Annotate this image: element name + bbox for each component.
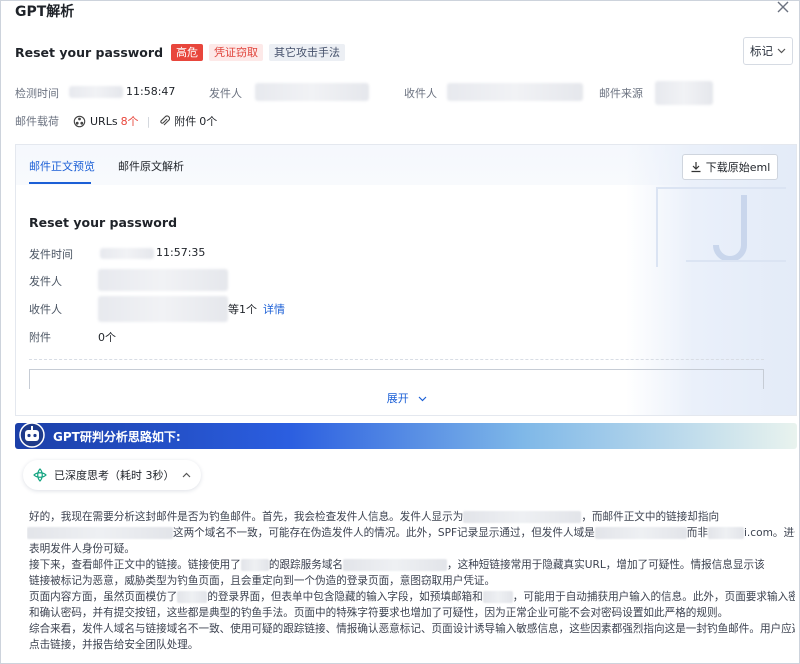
chevron-up-icon	[182, 472, 190, 478]
analysis-text: 链接被标记为恶意，威胁类型为钓鱼页面，且会重定向到一个伪造的登录页面，意图窃取用…	[29, 575, 496, 587]
redacted-text	[707, 527, 744, 539]
redacted-date	[69, 86, 123, 98]
preview-subject: Reset your password	[29, 215, 178, 230]
analysis-paragraph-line: 页面内容方面，虽然页面模仿了 的登录界面，但表单中包含隐藏的输入字段，如预填邮箱和…	[29, 589, 795, 605]
analysis-text: ，这种短链接常用于隐藏真实URL，增加了可疑性。情报信息显示该	[447, 559, 765, 571]
send-time-label: 发件时间	[29, 248, 73, 261]
robot-icon	[19, 422, 45, 448]
mark-dropdown-label: 标记	[750, 44, 773, 58]
active-tab-indicator	[29, 182, 91, 184]
urls-label: URLs	[90, 114, 118, 128]
subject-row: Reset your password 高危 凭证窃取 其它攻击手法	[15, 43, 351, 61]
analysis-text: 好的，我现在需要分析这封邮件是否为钓鱼邮件。首先，我会检查发件人信息。发件人显示…	[29, 511, 464, 523]
recipient-label: 收件人	[404, 87, 437, 100]
analysis-paragraph-line: 点击链接，并报告给安全团队处理。	[29, 637, 795, 653]
download-icon	[691, 162, 701, 173]
detect-time-label: 检测时间	[15, 87, 59, 100]
download-eml-label: 下载原始eml	[705, 161, 771, 174]
redacted-text	[240, 559, 269, 571]
redacted-preview-sender	[98, 269, 228, 291]
tab-mail-body-preview[interactable]: 邮件正文预览	[29, 158, 95, 174]
analysis-paragraph-line: 接下来，查看邮件正文中的链接。链接使用了 的跟踪服务域名 ，这种短链接常用于隐藏真实…	[29, 557, 795, 573]
analysis-text: ，可能用于自动捕获用户输入的信息。此外，页面要求输入密码	[512, 591, 795, 603]
chevron-down-icon	[418, 396, 427, 402]
url-link-icon	[73, 115, 86, 127]
redacted-source	[655, 81, 713, 105]
payload-row: 邮件载荷 URLs 8个 | 附件 0个	[15, 113, 217, 129]
analysis-paragraph-line: 好的，我现在需要分析这封邮件是否为钓鱼邮件。首先，我会检查发件人信息。发件人显示…	[29, 509, 795, 525]
preview-attachments-label: 附件	[29, 331, 51, 344]
redacted-preview-recipient	[98, 296, 228, 322]
analysis-text: 综合来看，发件人域名与链接域名不一致、使用可疑的跟踪链接、情报确认恶意标记、页面…	[29, 623, 795, 635]
preview-attachments-value: 0个	[98, 331, 116, 344]
preview-recipient-label: 收件人	[29, 303, 62, 316]
chevron-down-icon	[777, 48, 786, 54]
recipient-detail-link[interactable]: 详情	[263, 301, 285, 317]
analysis-paragraph-line: 链接被标记为恶意，威胁类型为钓鱼页面，且会重定向到一个伪造的登录页面，意图窃取用…	[29, 573, 795, 589]
gpt-analysis-banner: GPT研判分析思路如下:	[15, 422, 797, 449]
expand-button[interactable]: 展开	[16, 390, 796, 406]
paperclip-icon	[160, 115, 171, 126]
analysis-text: 和确认密码，并有提交按钮，这些都是典型的钓鱼手法。页面中的特殊字符要求也增加了可…	[29, 607, 729, 619]
deep-thinking-toggle[interactable]: 已深度思考（耗时 3秒）	[23, 460, 201, 490]
urls-count[interactable]: 8个	[121, 113, 139, 129]
analysis-paragraph-line: 和确认密码，并有提交按钮，这些都是典型的钓鱼手法。页面中的特殊字符要求也增加了可…	[29, 605, 795, 621]
redacted-text	[594, 527, 687, 539]
source-label: 邮件来源	[599, 87, 643, 100]
recipient-count: 等1个	[228, 303, 257, 316]
redacted-text	[177, 591, 208, 603]
mark-dropdown[interactable]: 标记	[743, 37, 793, 65]
thinking-icon	[33, 468, 47, 482]
detect-time-value: 11:58:47	[126, 85, 176, 98]
analysis-text: 表明发件人身份可疑。	[29, 543, 135, 555]
redacted-text	[343, 559, 448, 571]
redacted-sender	[255, 83, 369, 101]
analysis-text: 而非	[686, 527, 708, 539]
mail-subject-title: Reset your password	[15, 44, 164, 60]
threat-type-tag: 凭证窃取	[209, 43, 264, 61]
analysis-text: i.com。进一步	[743, 527, 795, 539]
divider: |	[146, 114, 151, 128]
mail-body-frame[interactable]	[29, 369, 764, 389]
analysis-text: ，而邮件正文中的链接却指向	[581, 511, 720, 523]
expand-label: 展开	[386, 392, 409, 405]
redacted-recipient	[447, 83, 583, 101]
attachments-count: 0个	[199, 115, 218, 128]
analysis-text: 的跟踪服务域名	[268, 559, 344, 571]
window-title: GPT解析	[15, 4, 75, 20]
download-eml-button[interactable]: 下载原始eml	[682, 154, 778, 180]
analysis-text: 的登录界面，但表单中包含隐藏的输入字段，如预填邮箱和	[207, 591, 483, 603]
risk-level-badge: 高危	[171, 43, 204, 61]
divider-line	[29, 359, 764, 360]
redacted-text	[463, 511, 582, 523]
payload-label: 邮件载荷	[15, 115, 59, 128]
redacted-text	[27, 527, 173, 539]
analysis-paragraph-line: 表明发件人身份可疑。	[29, 541, 795, 557]
analysis-paragraph-line: 这两个域名不一致，可能存在伪造发件人的情况。此外，SPF记录显示通过，但发件人域…	[27, 525, 795, 541]
sender-label: 发件人	[209, 87, 242, 100]
attack-method-tag: 其它攻击手法	[269, 43, 346, 61]
attachments-label: 附件	[174, 115, 197, 128]
gpt-analysis-window: GPT解析 Reset your password 高危 凭证窃取 其它攻击手法…	[0, 0, 800, 664]
analysis-paragraph-line: 综合来看，发件人域名与链接域名不一致、使用可疑的跟踪链接、情报确认恶意标记、页面…	[29, 621, 795, 637]
analysis-text: 点击链接，并报告给安全团队处理。	[29, 639, 199, 651]
preview-sender-label: 发件人	[29, 275, 62, 288]
deep-thinking-label: 已深度思考（耗时 3秒）	[54, 469, 175, 482]
gpt-banner-title: GPT研判分析思路如下:	[53, 430, 181, 444]
close-icon[interactable]	[775, 1, 791, 15]
analysis-text: 页面内容方面，虽然页面模仿了	[29, 591, 178, 603]
analysis-text: 接下来，查看邮件正文中的链接。链接使用了	[29, 559, 241, 571]
send-time-value: 11:57:35	[156, 246, 206, 259]
mail-preview-panel: 邮件正文预览 邮件原文解析 下载原始eml Reset your passwor…	[15, 144, 797, 416]
tab-raw-mail-parse[interactable]: 邮件原文解析	[118, 158, 184, 174]
gpt-analysis-text: 好的，我现在需要分析这封邮件是否为钓鱼邮件。首先，我会检查发件人信息。发件人显示…	[27, 509, 795, 653]
redacted-send-date	[100, 248, 154, 259]
analysis-text: 这两个域名不一致，可能存在伪造发件人的情况。此外，SPF记录显示通过，但发件人域…	[173, 527, 595, 539]
redacted-text	[482, 591, 513, 603]
